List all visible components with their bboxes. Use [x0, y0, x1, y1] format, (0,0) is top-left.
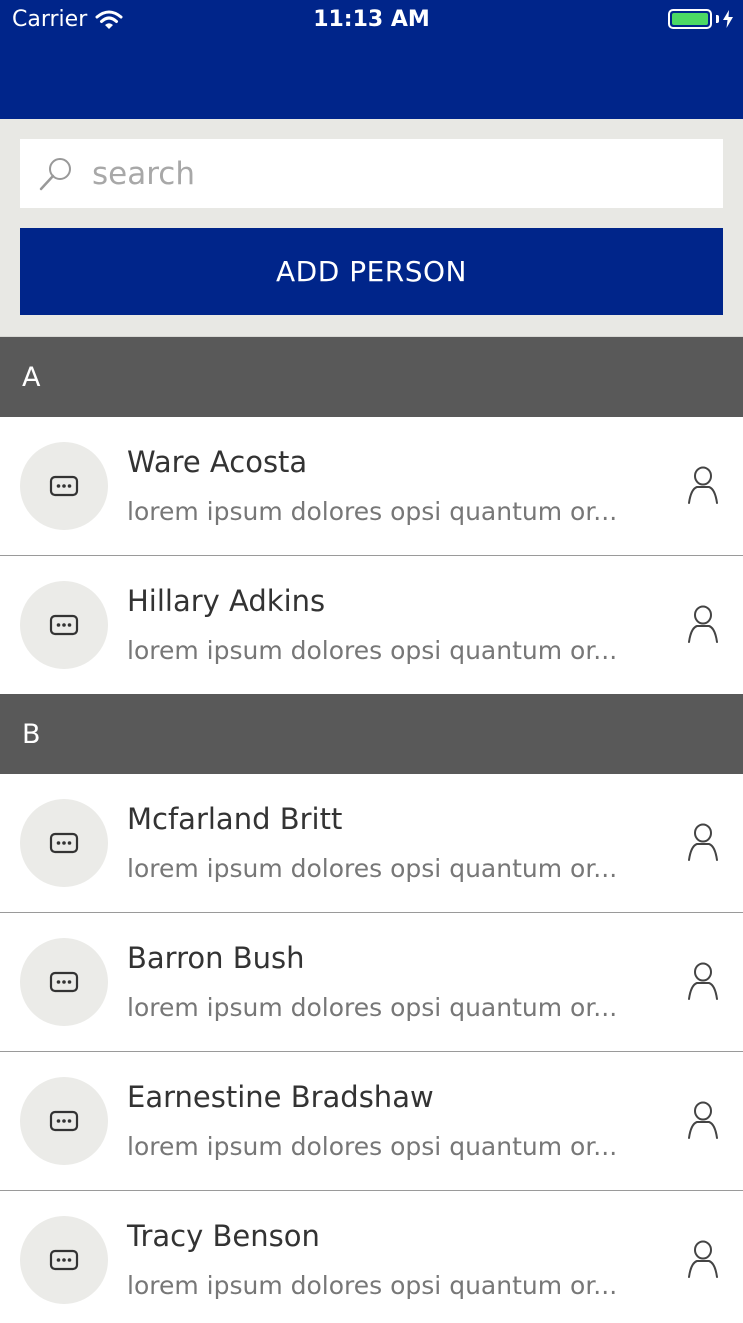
search-input[interactable]: [90, 154, 694, 193]
contact-description: lorem ipsum dolores opsi quantum or...: [127, 1132, 618, 1161]
message-icon: [49, 1249, 79, 1271]
status-bar: Carrier 11:13 AM: [0, 0, 743, 40]
person-icon[interactable]: [685, 1239, 721, 1279]
contact-row[interactable]: Barron Bush lorem ipsum dolores opsi quan…: [0, 913, 743, 1052]
contact-name: Tracy Benson: [127, 1219, 320, 1253]
person-icon[interactable]: [685, 604, 721, 644]
search-icon: [39, 157, 71, 190]
contact-name: Mcfarland Britt: [127, 802, 343, 836]
section-header: A: [0, 337, 743, 417]
message-icon: [49, 832, 79, 854]
person-icon[interactable]: [685, 1100, 721, 1140]
contact-description: lorem ipsum dolores opsi quantum or...: [127, 993, 618, 1022]
contacts-screen: Carrier 11:13 AM search ADD PERSON A War…: [0, 0, 743, 1323]
avatar[interactable]: [20, 1077, 108, 1165]
contact-description: lorem ipsum dolores opsi quantum or...: [127, 1271, 618, 1300]
message-icon: [49, 475, 79, 497]
contact-description: lorem ipsum dolores opsi quantum or...: [127, 636, 618, 665]
contact-description: lorem ipsum dolores opsi quantum or...: [127, 497, 618, 526]
search-bar[interactable]: [20, 139, 723, 208]
contact-row[interactable]: Ware Acosta lorem ipsum dolores opsi quan…: [0, 417, 743, 556]
add-person-button[interactable]: ADD PERSON: [20, 228, 723, 315]
contact-row[interactable]: Tracy Benson lorem ipsum dolores opsi qua…: [0, 1191, 743, 1323]
message-icon: [49, 614, 79, 636]
battery-indicator: [668, 9, 733, 29]
section-header: B: [0, 694, 743, 774]
contact-row[interactable]: Mcfarland Britt lorem ipsum dolores opsi …: [0, 774, 743, 913]
person-icon[interactable]: [685, 465, 721, 505]
contact-name: Hillary Adkins: [127, 584, 326, 618]
contact-name: Ware Acosta: [127, 445, 308, 479]
clock: 11:13 AM: [313, 7, 430, 32]
contact-name: Barron Bush: [127, 941, 305, 975]
avatar[interactable]: [20, 938, 108, 1026]
contact-row[interactable]: Earnestine Bradshaw lorem ipsum dolores o…: [0, 1052, 743, 1191]
avatar[interactable]: [20, 799, 108, 887]
message-icon: [49, 971, 79, 993]
contact-description: lorem ipsum dolores opsi quantum or...: [127, 854, 618, 883]
contact-name: Earnestine Bradshaw: [127, 1080, 434, 1114]
avatar[interactable]: [20, 442, 108, 530]
person-icon[interactable]: [685, 961, 721, 1001]
contact-row[interactable]: Hillary Adkins lorem ipsum dolores opsi q…: [0, 556, 743, 694]
message-icon: [49, 1110, 79, 1132]
controls-panel: ADD PERSON: [0, 119, 743, 337]
contact-list: A Ware Acosta lorem ipsum dolores opsi qua…: [0, 337, 743, 1323]
battery-icon: [668, 9, 712, 29]
nav-bar: Carrier 11:13 AM: [0, 0, 743, 119]
avatar[interactable]: [20, 1216, 108, 1304]
avatar[interactable]: [20, 581, 108, 669]
charging-bolt-icon: [723, 10, 733, 28]
person-icon[interactable]: [685, 822, 721, 862]
